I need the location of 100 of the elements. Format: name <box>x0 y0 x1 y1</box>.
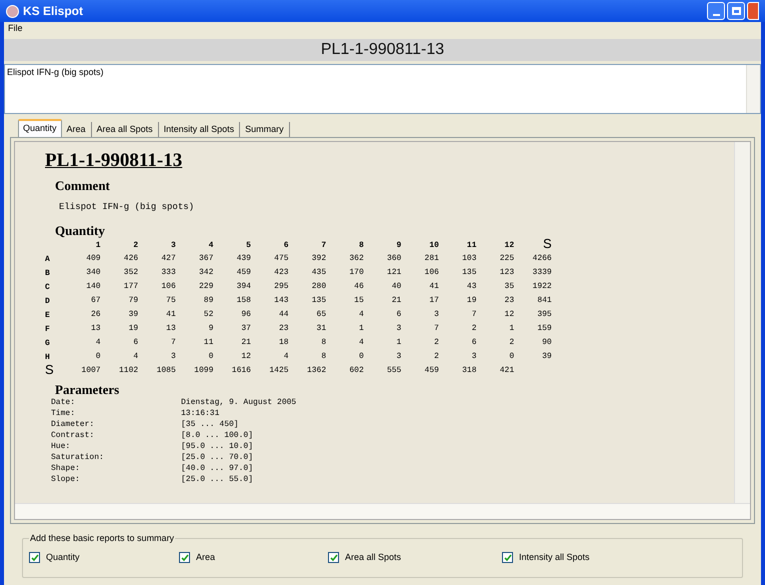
parameter-label: Saturation: <box>51 452 105 462</box>
table-cell: 395 <box>537 310 552 319</box>
row-label: S <box>45 362 54 376</box>
table-cell: 439 <box>236 254 251 263</box>
table-cell: 1425 <box>269 366 289 374</box>
menu-item[interactable]: File <box>6 22 25 36</box>
parameter-value: 13:16:31 <box>181 408 220 418</box>
table-cell: 89 <box>204 296 214 305</box>
table-cell: 421 <box>500 366 514 374</box>
table-cell: 6 <box>396 310 402 319</box>
checkbox-label: Quantity <box>46 551 80 564</box>
table-cell: 37 <box>241 324 251 333</box>
parameter-label: Hue: <box>51 440 72 452</box>
table-cell: 2 <box>434 352 439 361</box>
table-cell: 177 <box>124 282 138 291</box>
column-header: 10 <box>429 240 439 250</box>
scrollbar[interactable] <box>15 503 750 519</box>
column-header: 4 <box>208 240 214 250</box>
checkbox-label: Intensity all Spots <box>519 551 590 564</box>
table-cell: 555 <box>386 366 402 374</box>
table-cell: 362 <box>349 254 364 263</box>
row-label: A <box>45 254 50 264</box>
table-cell: 4 <box>284 352 289 361</box>
checkbox[interactable] <box>502 552 513 564</box>
table-cell: 423 <box>274 268 289 277</box>
group-title: Add these basic reports to summary <box>29 532 176 546</box>
comment-text: Elispot IFN-g (big spots) <box>7 67 104 77</box>
row-label: H <box>45 352 50 362</box>
table-cell: 79 <box>128 296 138 305</box>
table-cell: 6 <box>133 338 138 347</box>
minimize-button[interactable] <box>707 2 725 20</box>
table-cell: 3 <box>472 352 477 361</box>
table-cell: 225 <box>500 254 514 263</box>
parameter-value: [25.0 ... 55.0] <box>181 474 254 484</box>
table-cell: 1 <box>509 324 514 333</box>
table-cell: 340 <box>86 268 101 277</box>
checkbox-label: Area all Spots <box>345 551 402 564</box>
report-title: PL1-1-990811-13 <box>45 150 184 172</box>
table-cell: 4 <box>133 352 138 361</box>
table-cell: 3 <box>170 352 176 361</box>
table-cell: 158 <box>236 296 251 305</box>
table-cell: 1099 <box>194 366 214 374</box>
scrollbar[interactable] <box>734 142 750 503</box>
table-cell: 1922 <box>532 282 552 291</box>
table-cell: 2 <box>434 338 439 347</box>
table-cell: 135 <box>462 268 477 277</box>
table-cell: 841 <box>537 296 552 305</box>
table-cell: 475 <box>274 254 289 263</box>
table-cell: 23 <box>504 296 514 305</box>
table-cell: 4 <box>358 338 364 347</box>
maximize-button[interactable] <box>727 2 745 20</box>
table-cell: 90 <box>542 338 552 347</box>
table-cell: 67 <box>90 296 101 305</box>
checkbox-label: Area <box>196 551 216 564</box>
comment-field[interactable]: Elispot IFN-g (big spots) <box>4 64 761 114</box>
parameter-label: Date: <box>51 396 76 408</box>
close-button[interactable] <box>747 2 759 20</box>
parameter-value: [25.0 ... 70.0] <box>181 452 254 462</box>
table-cell: 159 <box>537 324 552 333</box>
table-cell: 0 <box>96 352 101 361</box>
checkbox[interactable] <box>328 552 339 564</box>
table-cell: 1007 <box>81 366 101 374</box>
table-cell: 342 <box>198 268 214 277</box>
table-cell: 13 <box>166 324 176 333</box>
checkbox[interactable] <box>29 552 40 564</box>
table-cell: 43 <box>466 282 477 291</box>
row-label: B <box>45 268 50 278</box>
parameter-value: [35 ... 450] <box>181 418 240 430</box>
section-heading: Quantity <box>55 222 106 238</box>
column-header: 9 <box>396 240 402 250</box>
table-cell: 4 <box>96 338 101 347</box>
table-cell: 0 <box>208 352 214 361</box>
table-cell: 121 <box>386 268 402 277</box>
table-cell: 360 <box>386 254 402 263</box>
table-cell: 12 <box>241 352 251 361</box>
table-cell: 2 <box>472 324 477 333</box>
table-cell: 8 <box>321 352 326 361</box>
checkbox[interactable] <box>179 552 190 564</box>
row-label: E <box>45 310 50 320</box>
parameter-value: [40.0 ... 97.0] <box>181 462 254 474</box>
table-cell: 2 <box>509 338 514 347</box>
column-header: 5 <box>246 240 251 250</box>
parameter-value: [95.0 ... 10.0] <box>181 440 254 452</box>
row-label: C <box>45 282 50 292</box>
table-cell: 459 <box>236 268 251 277</box>
table-cell: 11 <box>204 338 214 347</box>
parameter-label: Shape: <box>51 462 81 474</box>
parameter-value: [8.0 ... 100.0] <box>181 430 254 440</box>
table-cell: 106 <box>424 268 439 277</box>
table-cell: 96 <box>241 310 251 319</box>
table-cell: 12 <box>504 310 514 319</box>
column-header: 7 <box>321 240 326 250</box>
parameter-value: Dienstag, 9. August 2005 <box>181 396 298 408</box>
column-header: 12 <box>504 240 514 250</box>
table-cell: 40 <box>392 282 402 291</box>
table-cell: 15 <box>354 296 364 305</box>
scrollbar[interactable] <box>746 65 760 113</box>
table-cell: 1362 <box>306 366 326 374</box>
table-cell: 8 <box>321 338 326 347</box>
tab[interactable]: Quantity <box>18 119 62 137</box>
